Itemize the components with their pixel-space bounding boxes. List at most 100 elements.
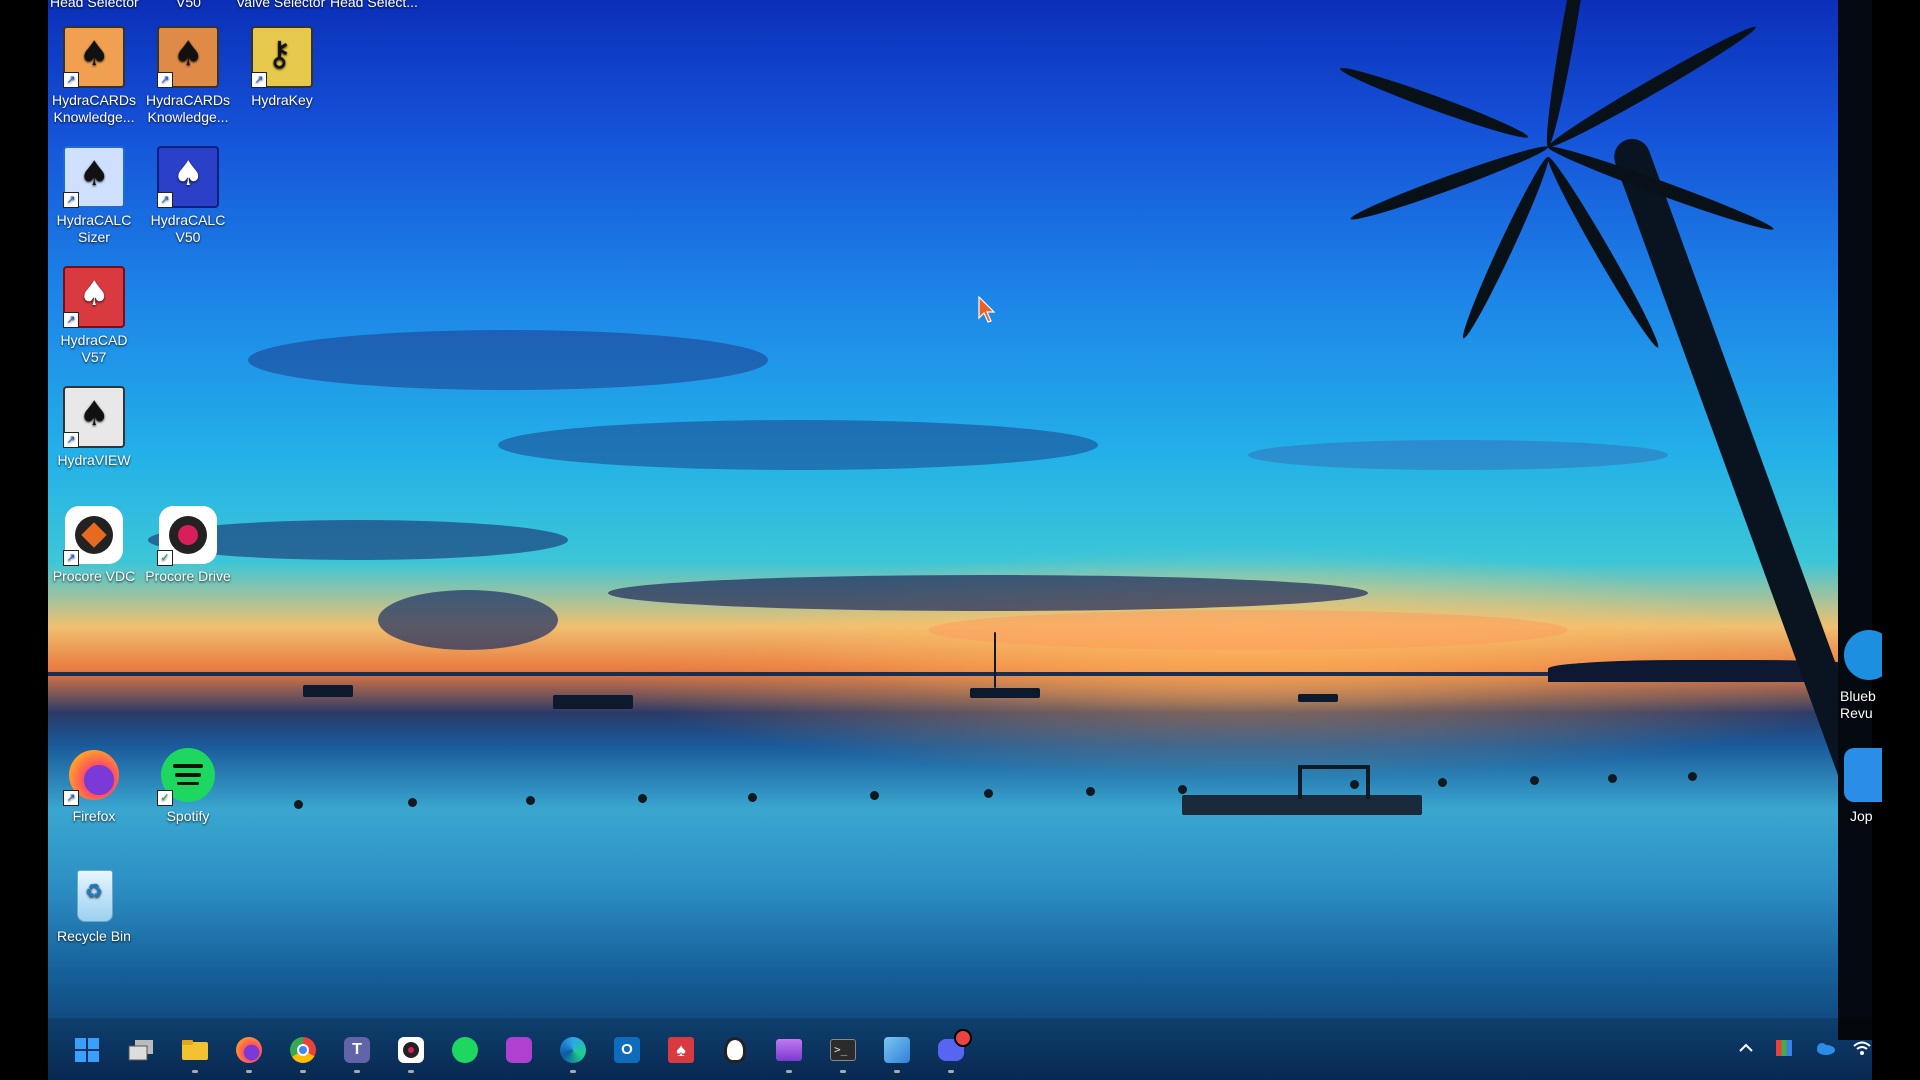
edge-icon [560, 1037, 586, 1063]
desktop-icon-label: Recycle Bin [57, 928, 131, 944]
desktop-icon-spotify[interactable]: ✓ Spotify [142, 746, 234, 825]
buoy [526, 796, 535, 805]
partial-icon-label[interactable]: Head Select... [330, 0, 418, 10]
hydracards-icon: ♠ ↗ [63, 26, 125, 88]
start-button[interactable] [72, 1035, 102, 1065]
hydracad-icon: ♠ [668, 1037, 694, 1063]
app-purple-icon [506, 1037, 532, 1063]
palm-trunk-2 [1838, 0, 1872, 1040]
taskbar-photos[interactable] [882, 1035, 912, 1073]
desktop-icon-procore-drive[interactable]: ✓ Procore Drive [142, 506, 234, 585]
buoy [1688, 772, 1697, 781]
desktop-icon-hydracad[interactable]: ♠ ↗ HydraCAD V57 [48, 266, 140, 366]
hydracad-icon: ♠ ↗ [63, 266, 125, 328]
taskbar-spotify[interactable] [450, 1035, 480, 1065]
taskbar-file-explorer[interactable] [180, 1035, 210, 1073]
taskbar-hydracad[interactable]: ♠ [666, 1035, 696, 1065]
desktop-icon-label: HydraCARDs Knowledge... [145, 92, 230, 125]
desktop-icon-label: HydraCARDs Knowledge... [51, 92, 136, 125]
tray-onedrive-button[interactable] [1814, 1040, 1836, 1061]
boat-mast [994, 632, 996, 688]
desktop-icon-label: Firefox [72, 808, 116, 824]
taskbar-chrome[interactable] [288, 1035, 318, 1073]
desktop-icon-label: Spotify [166, 808, 210, 824]
partial-icon-label[interactable]: V50 [176, 0, 201, 10]
task-view-icon [128, 1040, 153, 1061]
desktop-icon-hydracards-2[interactable]: ♠ ↗ HydraCARDs Knowledge... [142, 26, 234, 126]
desktop-icon-bluebeam[interactable]: Blueb Revu [1822, 626, 1882, 722]
buoy [870, 791, 879, 800]
palm-frond [1337, 62, 1531, 144]
tray-overflow-button[interactable] [1738, 1040, 1754, 1061]
desktop-icon-label: HydraVIEW [57, 452, 131, 468]
penguin-icon [724, 1037, 746, 1063]
taskbar-firefox[interactable] [234, 1035, 264, 1073]
taskbar-edge[interactable] [558, 1035, 588, 1073]
taskbar-procore[interactable] [396, 1035, 426, 1073]
desktop-icon-label: Blueb Revu [1840, 688, 1876, 721]
tray-wifi-button[interactable] [1852, 1040, 1872, 1061]
firefox-icon: ↗ [63, 746, 123, 806]
desktop-icon-label: Procore Drive [145, 568, 231, 584]
tray-app-button[interactable] [1776, 1040, 1792, 1056]
recycle-bin-icon: ♻ [65, 866, 123, 924]
photos-icon [884, 1037, 910, 1063]
partial-icon-label[interactable]: Head Selector [50, 0, 139, 10]
spotify-icon [452, 1037, 478, 1063]
taskbar-terminal[interactable]: >_ [828, 1035, 858, 1073]
desktop-icon-partial[interactable]: Jop [1822, 746, 1882, 825]
desktop-icon-label: HydraCAD V57 [60, 332, 128, 365]
desktop-icon-label: Procore VDC [52, 568, 136, 584]
hydracards-icon: ♠ ↗ [157, 26, 219, 88]
terminal-icon: >_ [830, 1039, 856, 1061]
hydraview-icon: ♠ ↗ [63, 386, 125, 448]
desktop-icon-hydrakey[interactable]: ⚷ ↗ HydraKey [236, 26, 328, 109]
partial-icon-label[interactable]: Valve Selector [236, 0, 325, 10]
taskbar-outlook[interactable]: O [612, 1035, 642, 1065]
bluebeam-icon [1840, 626, 1882, 684]
onedrive-icon [1817, 1043, 1835, 1055]
desktop-icon-hydracards-1[interactable]: ♠ ↗ HydraCARDs Knowledge... [48, 26, 140, 126]
spotify-icon: ✓ [157, 746, 217, 806]
start-icon [75, 1038, 99, 1062]
hydracalc-icon: ♠ ↗ [63, 146, 125, 208]
desktop-icon-hydraview[interactable]: ♠ ↗ HydraVIEW [48, 386, 140, 469]
mouse-cursor-icon [978, 296, 996, 323]
cloud [928, 610, 1568, 650]
buoy [1086, 787, 1095, 796]
desktop-icon-firefox[interactable]: ↗ Firefox [48, 746, 140, 825]
cloud [248, 330, 768, 390]
desktop-icon-label: Jop [1850, 808, 1873, 824]
buoy [984, 789, 993, 798]
taskbar-penguin-app[interactable] [720, 1035, 750, 1065]
taskbar-app-purple[interactable] [504, 1035, 534, 1065]
cloud [1248, 440, 1668, 470]
taskbar-teams[interactable]: T [342, 1035, 372, 1073]
desktop-icon-procore-vdc[interactable]: ↗ Procore VDC [48, 506, 140, 585]
boat [1298, 694, 1338, 702]
desktop-wallpaper [48, 0, 1872, 1080]
tray-app-icon [1776, 1040, 1792, 1056]
taskbar-discord[interactable] [936, 1029, 972, 1073]
outlook-icon: O [614, 1037, 640, 1063]
desktop-icon-label: HydraKey [251, 92, 313, 108]
procore-vdc-icon: ↗ [63, 506, 123, 566]
cloud [378, 590, 558, 650]
palm-frond [1457, 154, 1555, 342]
desktop-icon-hydracalc-sizer[interactable]: ♠ ↗ HydraCALC Sizer [48, 146, 140, 246]
chevron-up-icon [1739, 1043, 1753, 1052]
boat [553, 695, 633, 709]
desktop-icon-label: HydraCALC V50 [150, 212, 226, 245]
taskbar-video-editor[interactable] [774, 1035, 804, 1073]
desktop-icon-recycle-bin[interactable]: ♻ Recycle Bin [48, 866, 140, 945]
buoy [1178, 785, 1187, 794]
buoy [638, 794, 647, 803]
buoy [1438, 778, 1447, 787]
palm-trunk [1609, 133, 1872, 992]
firefox-icon [236, 1037, 262, 1063]
boat [970, 688, 1040, 698]
bench [1298, 765, 1370, 799]
buoy [748, 793, 757, 802]
desktop-icon-hydracalc-v50[interactable]: ♠ ↗ HydraCALC V50 [142, 146, 234, 246]
task-view-button[interactable] [126, 1035, 156, 1065]
